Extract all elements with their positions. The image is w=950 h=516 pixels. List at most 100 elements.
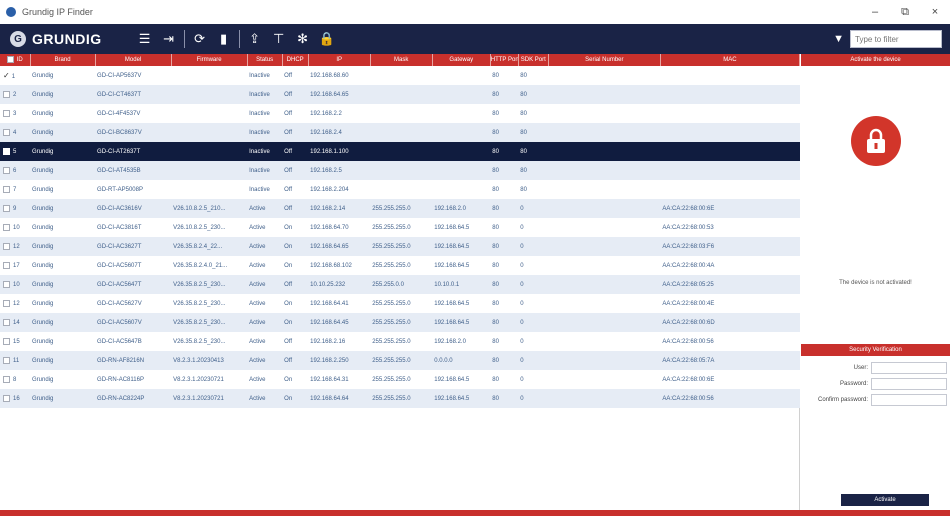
table-row[interactable]: 12 Grundig GD-CI-AC5627V V26.35.8.2.5_230..… bbox=[0, 294, 800, 313]
table-cell: 0 bbox=[518, 199, 549, 218]
row-checkbox[interactable] bbox=[3, 356, 10, 364]
table-cell: 0 bbox=[518, 294, 549, 313]
confirm-password-input[interactable] bbox=[871, 394, 947, 406]
row-checkbox[interactable] bbox=[3, 318, 10, 326]
row-id: 2 bbox=[13, 92, 17, 99]
minimize-button[interactable]: – bbox=[860, 0, 890, 24]
table-cell: Inactive bbox=[247, 123, 283, 142]
table-row[interactable]: 14 Grundig GD-CI-AC5607V V26.35.8.2.5_230..… bbox=[0, 313, 800, 332]
column-header[interactable]: ID bbox=[0, 54, 31, 66]
column-header[interactable]: Serial Number bbox=[548, 54, 661, 66]
table-row[interactable]: ✓ 1 Grundig GD-CI-AP5637V Inactive Off 192.168… bbox=[0, 66, 800, 85]
table-row[interactable]: 4 Grundig GD-CI-BC8637V Inactive Off 192.168.… bbox=[0, 123, 800, 142]
refresh-icon[interactable]: ⟳ bbox=[191, 30, 209, 48]
column-header[interactable]: Brand bbox=[30, 54, 96, 66]
app-icon bbox=[6, 7, 16, 17]
row-checkbox[interactable] bbox=[3, 261, 10, 269]
table-cell: AA:CA:22:68:00:4A bbox=[660, 256, 800, 275]
table-cell: 10.10.0.1 bbox=[432, 275, 491, 294]
table-cell: 80 bbox=[518, 123, 549, 142]
table-row[interactable]: 15 Grundig GD-CI-AC5647B V26.35.8.2.5_230..… bbox=[0, 332, 800, 351]
table-row[interactable]: 2 Grundig GD-CI-CT4637T Inactive Off 192.168.… bbox=[0, 85, 800, 104]
cell-id: 10 bbox=[0, 218, 31, 237]
column-header[interactable]: DHCP bbox=[282, 54, 309, 66]
list-view-icon[interactable]: ☰ bbox=[136, 30, 154, 48]
table-cell bbox=[548, 66, 661, 85]
table-cell bbox=[548, 123, 661, 142]
row-checkbox[interactable] bbox=[3, 223, 10, 231]
table-cell bbox=[171, 123, 248, 142]
table-cell bbox=[548, 275, 661, 294]
table-cell: 192.168.64.70 bbox=[308, 218, 371, 237]
column-header[interactable]: HTTP Port bbox=[490, 54, 519, 66]
table-cell: Active bbox=[247, 313, 283, 332]
row-checkbox[interactable] bbox=[3, 147, 10, 155]
row-checkbox[interactable] bbox=[3, 299, 10, 307]
network-icon[interactable]: ⊤ bbox=[270, 30, 288, 48]
table-row[interactable]: 11 Grundig GD-RN-AF8216N V8.2.3.1.20230413 A… bbox=[0, 351, 800, 370]
column-header[interactable]: Firmware bbox=[171, 54, 248, 66]
column-header[interactable]: Status bbox=[247, 54, 283, 66]
table-cell: GD-RT-AP5008P bbox=[95, 180, 172, 199]
export-icon[interactable]: ⇥ bbox=[160, 30, 178, 48]
row-checkbox[interactable] bbox=[3, 280, 10, 288]
row-checkbox[interactable] bbox=[3, 337, 10, 345]
table-row[interactable]: 3 Grundig GD-CI-4F4537V Inactive Off 192.168.… bbox=[0, 104, 800, 123]
table-cell bbox=[370, 180, 433, 199]
activation-panel: Activate the device The device is not ac… bbox=[801, 54, 950, 510]
activate-button[interactable]: Activate bbox=[841, 494, 929, 506]
row-checkbox[interactable] bbox=[3, 109, 10, 117]
table-cell: 192.168.2.0 bbox=[432, 332, 491, 351]
column-header[interactable]: MAC bbox=[660, 54, 801, 66]
maximize-button[interactable]: ⧉ bbox=[890, 0, 920, 24]
table-cell: On bbox=[282, 370, 309, 389]
row-checkbox[interactable] bbox=[3, 394, 10, 402]
save-icon[interactable]: ▮ bbox=[215, 30, 233, 48]
close-button[interactable]: × bbox=[920, 0, 950, 24]
column-header[interactable]: Mask bbox=[370, 54, 433, 66]
row-id: 6 bbox=[13, 168, 17, 175]
upgrade-icon[interactable]: ⇪ bbox=[246, 30, 264, 48]
settings-icon[interactable]: ✻ bbox=[294, 30, 312, 48]
column-header[interactable]: IP bbox=[308, 54, 371, 66]
row-checkbox[interactable] bbox=[3, 185, 10, 193]
row-checkbox[interactable] bbox=[3, 204, 10, 212]
checkmark-icon[interactable]: ✓ bbox=[3, 71, 10, 80]
filter-input[interactable] bbox=[850, 30, 942, 48]
table-cell bbox=[370, 85, 433, 104]
password-row: Password: bbox=[801, 376, 950, 392]
table-row[interactable]: 7 Grundig GD-RT-AP5008P Inactive Off 192.168.… bbox=[0, 180, 800, 199]
user-input[interactable] bbox=[871, 362, 947, 374]
select-all-checkbox[interactable] bbox=[6, 56, 14, 64]
table-cell: 192.168.64.5 bbox=[432, 294, 491, 313]
table-row[interactable]: 6 Grundig GD-CI-AT4535B Inactive Off 192.168.… bbox=[0, 161, 800, 180]
table-cell: 80 bbox=[490, 123, 519, 142]
table-cell bbox=[548, 351, 661, 370]
table-row[interactable]: 10 Grundig GD-CI-AC3816T V26.10.8.2.5_230..… bbox=[0, 218, 800, 237]
table-cell: 192.168.64.5 bbox=[432, 218, 491, 237]
table-row[interactable]: 16 Grundig GD-RN-AC8224P V8.2.3.1.20230721 A… bbox=[0, 389, 800, 408]
cell-id: 12 bbox=[0, 294, 31, 313]
table-cell: On bbox=[282, 294, 309, 313]
table-cell: Grundig bbox=[30, 275, 96, 294]
password-input[interactable] bbox=[871, 378, 947, 390]
column-header[interactable]: Gateway bbox=[432, 54, 491, 66]
table-cell bbox=[548, 218, 661, 237]
table-row[interactable]: 10 Grundig GD-CI-AC5647T V26.35.8.2.5_230..… bbox=[0, 275, 800, 294]
row-checkbox[interactable] bbox=[3, 375, 10, 383]
row-checkbox[interactable] bbox=[3, 90, 10, 98]
table-cell: Grundig bbox=[30, 180, 96, 199]
row-checkbox[interactable] bbox=[3, 242, 10, 250]
lock-icon[interactable]: 🔒 bbox=[318, 30, 336, 48]
table-row[interactable]: 9 Grundig GD-CI-AC3616V V26.10.8.2.5_210...… bbox=[0, 199, 800, 218]
table-row[interactable]: 8 Grundig GD-RN-AC8116P V8.2.3.1.20230721 Ac… bbox=[0, 370, 800, 389]
table-row[interactable]: 17 Grundig GD-CI-AC5607T V26.35.8.2.4.0_21.… bbox=[0, 256, 800, 275]
column-header[interactable]: SDK Port bbox=[518, 54, 549, 66]
table-row[interactable]: 5 Grundig GD-CI-AT2637T Inactive Off 192.168.… bbox=[0, 142, 800, 161]
table-row[interactable]: 12 Grundig GD-CI-AC3627T V26.35.8.2.4_22...… bbox=[0, 237, 800, 256]
row-checkbox[interactable] bbox=[3, 128, 10, 136]
row-checkbox[interactable] bbox=[3, 166, 10, 174]
column-header[interactable]: Model bbox=[95, 54, 172, 66]
table-cell bbox=[171, 180, 248, 199]
table-cell: 255.255.255.0 bbox=[370, 351, 433, 370]
